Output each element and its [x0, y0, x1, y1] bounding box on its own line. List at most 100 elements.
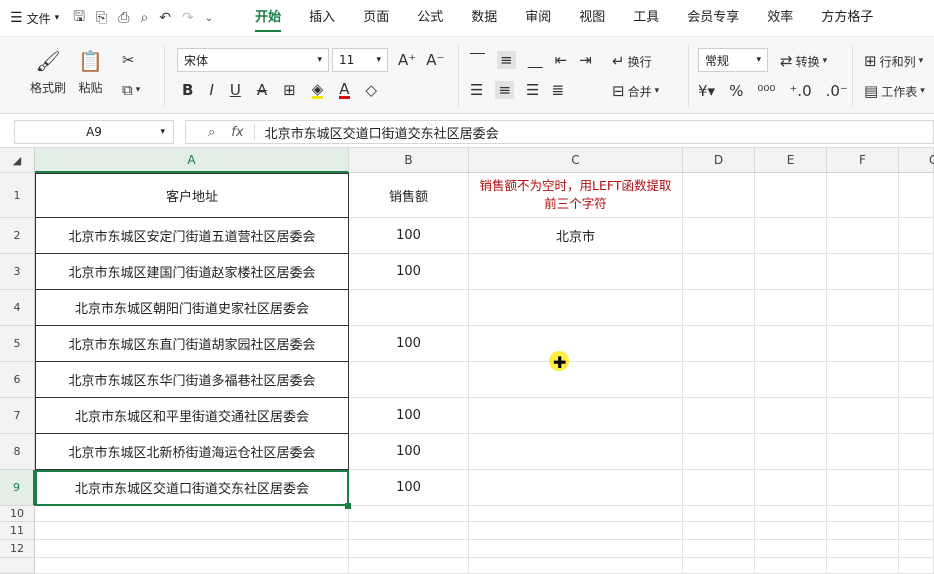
tab-member[interactable]: 会员专享: [673, 0, 753, 36]
empty-cell[interactable]: [469, 558, 683, 574]
empty-cell[interactable]: [827, 558, 899, 574]
format-painter-button[interactable]: 🖌 格式刷: [30, 49, 66, 96]
increase-decimal-icon[interactable]: ⁺.0: [789, 82, 811, 100]
empty-cell[interactable]: [349, 558, 469, 574]
thousands-icon[interactable]: ⁰⁰⁰: [757, 82, 775, 100]
empty-cell[interactable]: [899, 540, 934, 558]
empty-cell[interactable]: [827, 362, 899, 398]
name-box[interactable]: A9 ▾: [14, 120, 174, 144]
empty-cell[interactable]: [755, 398, 827, 434]
merge-button[interactable]: ⊟ 合并 ▾: [612, 82, 659, 100]
column-header-a[interactable]: A: [35, 148, 349, 173]
empty-cell[interactable]: [899, 362, 934, 398]
empty-cell[interactable]: [827, 540, 899, 558]
empty-cell[interactable]: [899, 173, 934, 218]
formula-input[interactable]: ⌕ fx 北京市东城区交道口街道交东社区居委会: [185, 120, 934, 144]
empty-cell[interactable]: [827, 218, 899, 254]
cell-b3[interactable]: 100: [349, 254, 469, 290]
cell-b7[interactable]: 100: [349, 398, 469, 434]
cell-a1[interactable]: 客户地址: [35, 173, 349, 218]
column-header-c[interactable]: C: [469, 148, 683, 173]
bold-icon[interactable]: B: [182, 81, 193, 99]
row-header[interactable]: [0, 558, 35, 574]
print-icon[interactable]: ⎙: [118, 10, 129, 26]
empty-cell[interactable]: [469, 540, 683, 558]
cell-b9[interactable]: 100: [349, 470, 469, 506]
cut-button[interactable]: ✂: [122, 51, 135, 69]
row-header[interactable]: 5: [0, 326, 35, 362]
empty-cell[interactable]: [35, 522, 349, 540]
empty-cell[interactable]: [755, 434, 827, 470]
row-header[interactable]: 4: [0, 290, 35, 326]
empty-cell[interactable]: [683, 558, 755, 574]
empty-cell[interactable]: [827, 470, 899, 506]
font-size-select[interactable]: 11 ▾: [332, 48, 388, 72]
cell-a5[interactable]: 北京市东城区东直门街道胡家园社区居委会: [35, 326, 349, 362]
cell-a8[interactable]: 北京市东城区北新桥街道海运仓社区居委会: [35, 434, 349, 470]
export-icon[interactable]: ⎘: [96, 10, 107, 26]
wrap-text-button[interactable]: ↵ 换行: [612, 52, 652, 70]
zoom-icon[interactable]: ⌕: [208, 125, 215, 140]
cell-b1[interactable]: 销售额: [349, 173, 469, 218]
empty-cell[interactable]: [349, 522, 469, 540]
empty-cell[interactable]: [827, 522, 899, 540]
cell-c4[interactable]: [469, 290, 683, 326]
empty-cell[interactable]: [683, 290, 755, 326]
empty-cell[interactable]: [755, 470, 827, 506]
cell-a2[interactable]: 北京市东城区安定门街道五道营社区居委会: [35, 218, 349, 254]
column-header-d[interactable]: D: [683, 148, 755, 173]
empty-cell[interactable]: [827, 506, 899, 522]
empty-cell[interactable]: [899, 506, 934, 522]
tab-home[interactable]: 开始: [241, 0, 295, 36]
empty-cell[interactable]: [755, 326, 827, 362]
cell-c7[interactable]: [469, 398, 683, 434]
cell-c6[interactable]: [469, 362, 683, 398]
print-preview-icon[interactable]: ⌕: [140, 10, 148, 26]
align-left-icon[interactable]: ☰: [470, 81, 483, 99]
empty-cell[interactable]: [683, 398, 755, 434]
worksheet-button[interactable]: ▤ 工作表 ▾: [864, 82, 925, 100]
empty-cell[interactable]: [899, 398, 934, 434]
copy-button[interactable]: ⧉ ▾: [122, 81, 140, 99]
empty-cell[interactable]: [683, 540, 755, 558]
indent-increase-icon[interactable]: ⇥: [579, 51, 592, 69]
column-header-e[interactable]: E: [755, 148, 827, 173]
row-header[interactable]: 8: [0, 434, 35, 470]
empty-cell[interactable]: [755, 173, 827, 218]
tab-tools[interactable]: 工具: [619, 0, 673, 36]
row-header[interactable]: 6: [0, 362, 35, 398]
undo-icon[interactable]: ↶: [159, 10, 171, 26]
empty-cell[interactable]: [755, 540, 827, 558]
empty-cell[interactable]: [683, 506, 755, 522]
row-header[interactable]: 10: [0, 506, 35, 522]
cell-a3[interactable]: 北京市东城区建国门街道赵家楼社区居委会: [35, 254, 349, 290]
select-all-corner[interactable]: ◢: [0, 148, 35, 173]
empty-cell[interactable]: [827, 398, 899, 434]
column-header-g[interactable]: G: [899, 148, 934, 173]
column-header-f[interactable]: F: [827, 148, 899, 173]
empty-cell[interactable]: [899, 470, 934, 506]
decrease-decimal-icon[interactable]: .0⁻: [826, 82, 848, 100]
row-header[interactable]: 12: [0, 540, 35, 558]
font-name-select[interactable]: 宋体 ▾: [177, 48, 329, 72]
empty-cell[interactable]: [755, 254, 827, 290]
font-color-icon[interactable]: A: [339, 81, 350, 99]
empty-cell[interactable]: [683, 470, 755, 506]
tab-insert[interactable]: 插入: [295, 0, 349, 36]
underline-icon[interactable]: U: [230, 81, 241, 99]
justify-icon[interactable]: ≣: [551, 81, 564, 99]
number-format-select[interactable]: 常规 ▾: [698, 48, 768, 72]
empty-cell[interactable]: [35, 540, 349, 558]
empty-cell[interactable]: [683, 218, 755, 254]
cell-a6[interactable]: 北京市东城区东华门街道多福巷社区居委会: [35, 362, 349, 398]
empty-cell[interactable]: [683, 173, 755, 218]
tab-page[interactable]: 页面: [349, 0, 403, 36]
cell-b5[interactable]: 100: [349, 326, 469, 362]
save-icon[interactable]: 🖫: [73, 6, 85, 30]
row-header[interactable]: 2: [0, 218, 35, 254]
empty-cell[interactable]: [827, 254, 899, 290]
cell-c2[interactable]: 北京市: [469, 218, 683, 254]
fill-color-icon[interactable]: ◈: [311, 81, 324, 99]
increase-font-icon[interactable]: A⁺: [398, 51, 416, 69]
italic-icon[interactable]: I: [209, 81, 213, 99]
